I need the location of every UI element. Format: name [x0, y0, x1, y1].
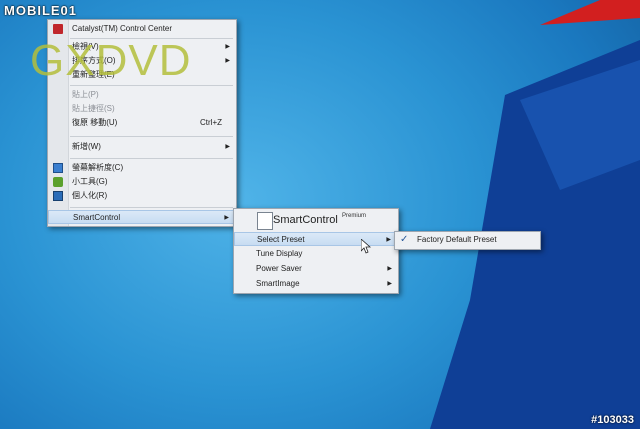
menu-item-catalyst[interactable]: Catalyst(TM) Control Center	[48, 22, 236, 36]
desktop-context-menu: Catalyst(TM) Control Center 檢視(V) ▶ 排序方式…	[47, 19, 237, 227]
smartcontrol-edition: Premium	[342, 213, 367, 219]
menu-item-select-preset[interactable]: Select Preset ▶	[234, 232, 398, 246]
menu-item-refresh[interactable]: 重新整理(E)	[48, 68, 236, 82]
undo-shortcut: Ctrl+Z	[200, 118, 222, 127]
menu-item-view[interactable]: 檢視(V) ▶	[48, 40, 236, 54]
submenu-arrow-icon: ▶	[225, 144, 230, 150]
menu-item-factory-default-preset[interactable]: ✓ Factory Default Preset	[395, 233, 540, 247]
red-ribbon-shape	[540, 0, 640, 25]
menu-item-undo-move[interactable]: 復原 移動(U) Ctrl+Z	[48, 116, 236, 130]
smartcontrol-header: SmartControl Premium	[234, 209, 398, 232]
menu-item-paste-shortcut: 貼上捷徑(S)	[72, 104, 115, 113]
menu-item-gadgets[interactable]: 小工具(G)	[48, 175, 236, 189]
menu-item-screen-resolution[interactable]: 螢幕解析度(C)	[48, 161, 236, 175]
submenu-arrow-icon: ▶	[387, 266, 392, 272]
menu-item-smartimage[interactable]: SmartImage ▶	[234, 277, 398, 291]
menu-separator	[70, 136, 233, 137]
photo-id-watermark: #103033	[591, 414, 634, 426]
submenu-arrow-icon: ▶	[387, 281, 392, 287]
menu-item-tune-display[interactable]: Tune Display	[234, 247, 398, 261]
personalize-icon	[53, 191, 63, 201]
gadget-icon	[53, 177, 63, 187]
menu-item-power-saver[interactable]: Power Saver ▶	[234, 262, 398, 276]
menu-separator	[70, 207, 233, 208]
catalyst-icon	[53, 24, 63, 34]
checkmark-icon: ✓	[400, 234, 409, 245]
submenu-arrow-icon: ▶	[386, 237, 391, 243]
smartcontrol-logo-icon	[257, 212, 273, 230]
smartcontrol-brand: SmartControl	[273, 214, 338, 226]
menu-separator	[70, 85, 233, 86]
menu-item-smartcontrol[interactable]: SmartControl ▶	[48, 210, 236, 224]
menu-item-sort-by[interactable]: 排序方式(O) ▶	[48, 54, 236, 68]
mouse-cursor-icon	[361, 239, 372, 254]
smartcontrol-submenu: SmartControl Premium Select Preset ▶ Tun…	[233, 208, 399, 294]
submenu-arrow-icon: ▶	[225, 58, 230, 64]
menu-item-personalize[interactable]: 個人化(R)	[48, 189, 236, 203]
preset-submenu: ✓ Factory Default Preset	[394, 231, 541, 250]
menu-separator	[70, 158, 233, 159]
site-watermark: MOBILE01	[4, 3, 78, 18]
display-icon	[53, 163, 63, 173]
menu-item-new[interactable]: 新增(W) ▶	[48, 140, 236, 154]
submenu-arrow-icon: ▶	[224, 215, 229, 221]
submenu-arrow-icon: ▶	[225, 44, 230, 50]
menu-separator	[70, 38, 233, 39]
menu-item-paste: 貼上(P)	[72, 90, 99, 99]
